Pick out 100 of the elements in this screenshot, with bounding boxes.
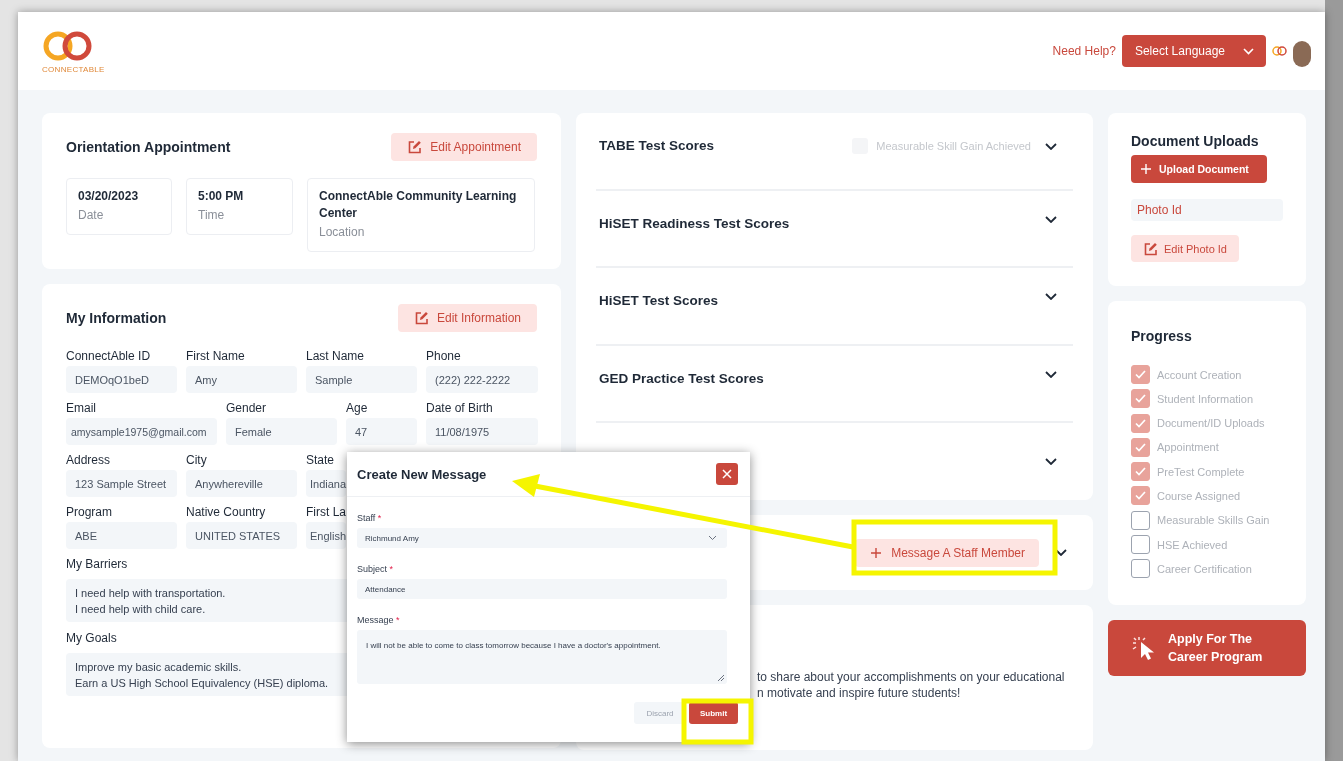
logo-text: CONNECTABLE bbox=[42, 64, 105, 74]
card-title: Progress bbox=[1131, 328, 1193, 344]
checkbox-label: Student Information bbox=[1157, 392, 1253, 405]
field-label: State bbox=[306, 453, 336, 469]
field-label: Email bbox=[66, 401, 97, 417]
field-value: (222) 222-2222 bbox=[426, 366, 538, 393]
checkbox[interactable] bbox=[1131, 510, 1150, 530]
field-value: DEMOqO1beD bbox=[66, 366, 177, 393]
checkbox[interactable] bbox=[1131, 389, 1150, 409]
checkbox-label: Appointment bbox=[1157, 441, 1219, 454]
check-icon bbox=[1135, 370, 1146, 379]
field-value: ABE bbox=[66, 522, 177, 549]
field-label: Date of Birth bbox=[426, 401, 494, 417]
checkbox[interactable] bbox=[1131, 462, 1150, 482]
checkbox-label: Course Assigned bbox=[1157, 490, 1241, 502]
section-label: My Goals bbox=[66, 631, 117, 645]
field-label: Program bbox=[66, 505, 113, 521]
section-title[interactable]: TABE Test Scores bbox=[599, 138, 715, 153]
field-value: Anywhereville bbox=[186, 470, 297, 497]
field-value: English bbox=[306, 522, 346, 549]
apply-career-program-button[interactable]: Apply For The Career Program bbox=[1108, 620, 1306, 676]
field-label: Phone bbox=[426, 349, 462, 365]
check-icon bbox=[1135, 394, 1146, 404]
card-title: Document Uploads bbox=[1131, 133, 1260, 149]
field-value: Indiana bbox=[306, 470, 346, 497]
plus-icon bbox=[1141, 164, 1151, 174]
checkbox[interactable] bbox=[1131, 437, 1150, 457]
section-title[interactable]: GED Practice Test Scores bbox=[599, 370, 764, 386]
checkbox[interactable] bbox=[1131, 559, 1150, 579]
field-label: Staff * bbox=[357, 513, 383, 523]
edit-icon bbox=[407, 140, 423, 154]
field-label: Last Name bbox=[306, 349, 366, 365]
subject-input[interactable]: Attendance bbox=[357, 579, 727, 599]
section-label: My Barriers bbox=[66, 557, 128, 571]
checkbox-label: Account Creation bbox=[1157, 368, 1242, 381]
chevron-down-icon bbox=[708, 535, 717, 541]
modal-title: Create New Message bbox=[357, 466, 487, 482]
checkbox-label: Measurable Skills Gain bbox=[1157, 514, 1270, 527]
plus-icon bbox=[871, 547, 882, 558]
field-value: Female bbox=[226, 418, 337, 445]
checkbox[interactable] bbox=[1131, 486, 1150, 506]
field-label: Gender bbox=[226, 401, 268, 417]
file-item[interactable]: Photo Id bbox=[1131, 199, 1283, 221]
check-icon bbox=[1135, 491, 1146, 501]
submit-button[interactable]: Submit bbox=[689, 702, 738, 724]
card-title: My Information bbox=[66, 310, 167, 326]
message-staff-button[interactable]: Message A Staff Member bbox=[855, 538, 1039, 567]
field-value: 11/08/1975 bbox=[426, 418, 538, 445]
help-link[interactable]: Need Help? bbox=[1052, 44, 1116, 58]
edit-information-button[interactable]: Edit Information bbox=[397, 304, 537, 332]
field-label: Message * bbox=[357, 615, 401, 625]
share-text: to share about your accomplishments on your educational n motivate and inspire future students! bbox=[757, 669, 1066, 701]
checkbox[interactable] bbox=[1131, 535, 1150, 555]
field-value: 123 Sample Street bbox=[66, 470, 177, 497]
checkbox-label: Career Certification bbox=[1157, 562, 1252, 575]
check-icon bbox=[1135, 467, 1146, 477]
card-title: Orientation Appointment bbox=[66, 139, 231, 155]
field-label: Subject * bbox=[357, 564, 395, 574]
field-label: City bbox=[186, 453, 208, 469]
language-select[interactable]: Select Language bbox=[1121, 35, 1266, 67]
upload-document-button[interactable]: Upload Document bbox=[1131, 155, 1267, 183]
detail-value: ConnectAble Community Learning Center bbox=[319, 188, 518, 222]
detail-label: Time bbox=[198, 208, 226, 222]
avatar[interactable] bbox=[1293, 41, 1311, 67]
resize-grip-icon bbox=[717, 674, 725, 682]
check-icon bbox=[1135, 442, 1146, 452]
checkbox-label: PreTest Complete bbox=[1157, 465, 1245, 478]
detail-value: 5:00 PM bbox=[198, 188, 245, 205]
edit-appointment-button[interactable]: Edit Appointment bbox=[391, 133, 537, 161]
field-label: First La bbox=[306, 505, 346, 521]
cursor-click-icon bbox=[1130, 635, 1156, 661]
detail-label: Location bbox=[319, 225, 366, 239]
field-label: Address bbox=[66, 453, 112, 469]
field-value: Amy bbox=[186, 366, 297, 393]
section-title[interactable]: HiSET Test Scores bbox=[599, 293, 719, 308]
edit-file-button[interactable]: Edit Photo Id bbox=[1131, 235, 1239, 262]
staff-select[interactable]: Richmund Amy bbox=[357, 528, 727, 548]
detail-value: 03/20/2023 bbox=[78, 188, 140, 205]
checkbox[interactable] bbox=[1131, 413, 1150, 433]
field-value: Sample bbox=[306, 366, 417, 393]
check-icon bbox=[1135, 418, 1146, 428]
edit-icon bbox=[1143, 241, 1158, 256]
checkbox-label: Document/ID Uploads bbox=[1157, 417, 1265, 430]
field-value: 47 bbox=[346, 418, 417, 445]
checkbox[interactable] bbox=[1131, 365, 1150, 384]
section-title[interactable]: HiSET Readiness Test Scores bbox=[599, 215, 790, 231]
close-button[interactable] bbox=[716, 463, 738, 485]
detail-label: Date bbox=[78, 208, 105, 222]
field-label: Native Country bbox=[186, 505, 267, 521]
close-icon bbox=[722, 469, 732, 479]
field-value: UNITED STATES bbox=[186, 522, 297, 549]
field-label: First Name bbox=[186, 349, 246, 365]
chevron-down-icon bbox=[1243, 47, 1254, 55]
field-label: ConnectAble ID bbox=[66, 349, 152, 365]
checkbox-label: Measurable Skill Gain Achieved bbox=[876, 140, 1031, 152]
field-label: Age bbox=[346, 401, 369, 417]
field-value: amysample1975@gmail.com bbox=[66, 418, 217, 445]
message-textarea[interactable]: I will not be able to come to class tomorrow because I have a doctor's appointment. bbox=[357, 630, 727, 684]
rings-icon bbox=[1272, 46, 1287, 56]
checkbox-label: HSE Achieved bbox=[1157, 538, 1228, 551]
